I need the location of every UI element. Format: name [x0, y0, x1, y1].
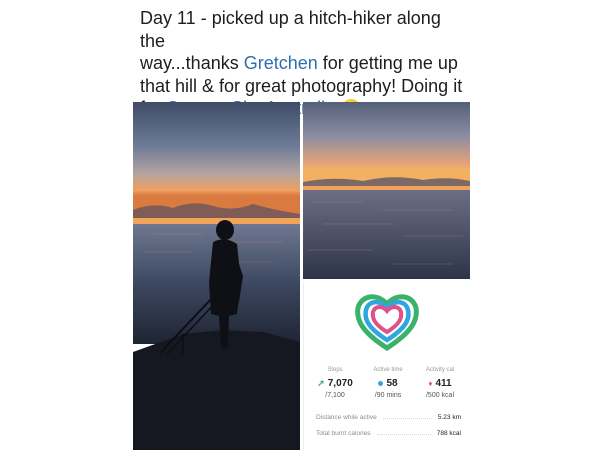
active-time-goal: /90 mins — [374, 392, 402, 399]
activity-cal-stat: Activity cal ♦ 411 /500 kcal — [413, 367, 467, 399]
active-time-value: 58 — [386, 378, 398, 389]
activity-cal-label: Activity cal — [425, 367, 455, 373]
steps-value: 7,070 — [327, 378, 353, 389]
post-text-segment: Day 11 - picked up a hitch-hiker along t… — [140, 8, 441, 51]
activity-stats-card[interactable]: Steps ➚ 7,070 /7,100 Active time 58 /90 … — [303, 282, 471, 450]
distance-value: 5.23 km — [437, 414, 461, 421]
steps-stat: Steps ➚ 7,070 /7,100 — [308, 367, 362, 399]
flame-icon: ♦ — [428, 379, 433, 388]
distance-label: Distance while active — [316, 414, 377, 421]
activity-cal-value-row: ♦ 411 — [413, 378, 467, 389]
activity-cal-value: 411 — [435, 378, 452, 389]
active-time-icon — [378, 381, 384, 386]
active-time-stat: Active time 58 /90 mins — [361, 367, 415, 399]
sunset-water-photo[interactable] — [303, 102, 470, 279]
activity-cal-goal: /500 kcal — [425, 392, 455, 399]
active-time-label: Active time — [373, 367, 403, 373]
distance-row: Distance while active 5.23 km — [316, 414, 461, 421]
calories-value: 788 kcal — [436, 430, 461, 437]
dotted-leader — [376, 434, 431, 435]
sunset-silhouette-photo[interactable] — [133, 102, 300, 450]
dotted-leader — [382, 418, 432, 419]
calories-label: Total burnt calories — [316, 430, 371, 437]
post-line-1: Day 11 - picked up a hitch-hiker along t… — [140, 7, 470, 52]
post-text-segment: that hill & for great photography! Doing… — [140, 75, 463, 96]
post-line-3: that hill & for great photography! Doing… — [140, 75, 470, 98]
steps-goal: /7,100 — [325, 392, 345, 399]
calories-row: Total burnt calories 788 kcal — [316, 430, 461, 437]
activity-heart-rings-icon — [355, 294, 419, 351]
post-line-2: way...thanks Gretchen for getting me up — [140, 52, 470, 75]
active-time-value-row: 58 — [361, 378, 415, 389]
steps-value-row: ➚ 7,070 — [308, 378, 362, 389]
mention-link-gretchen[interactable]: Gretchen — [244, 53, 318, 73]
post-text-segment: way...thanks — [140, 53, 244, 73]
steps-icon: ➚ — [317, 378, 325, 388]
steps-label: Steps — [327, 367, 343, 373]
post-text-segment: for getting me up — [317, 53, 458, 73]
